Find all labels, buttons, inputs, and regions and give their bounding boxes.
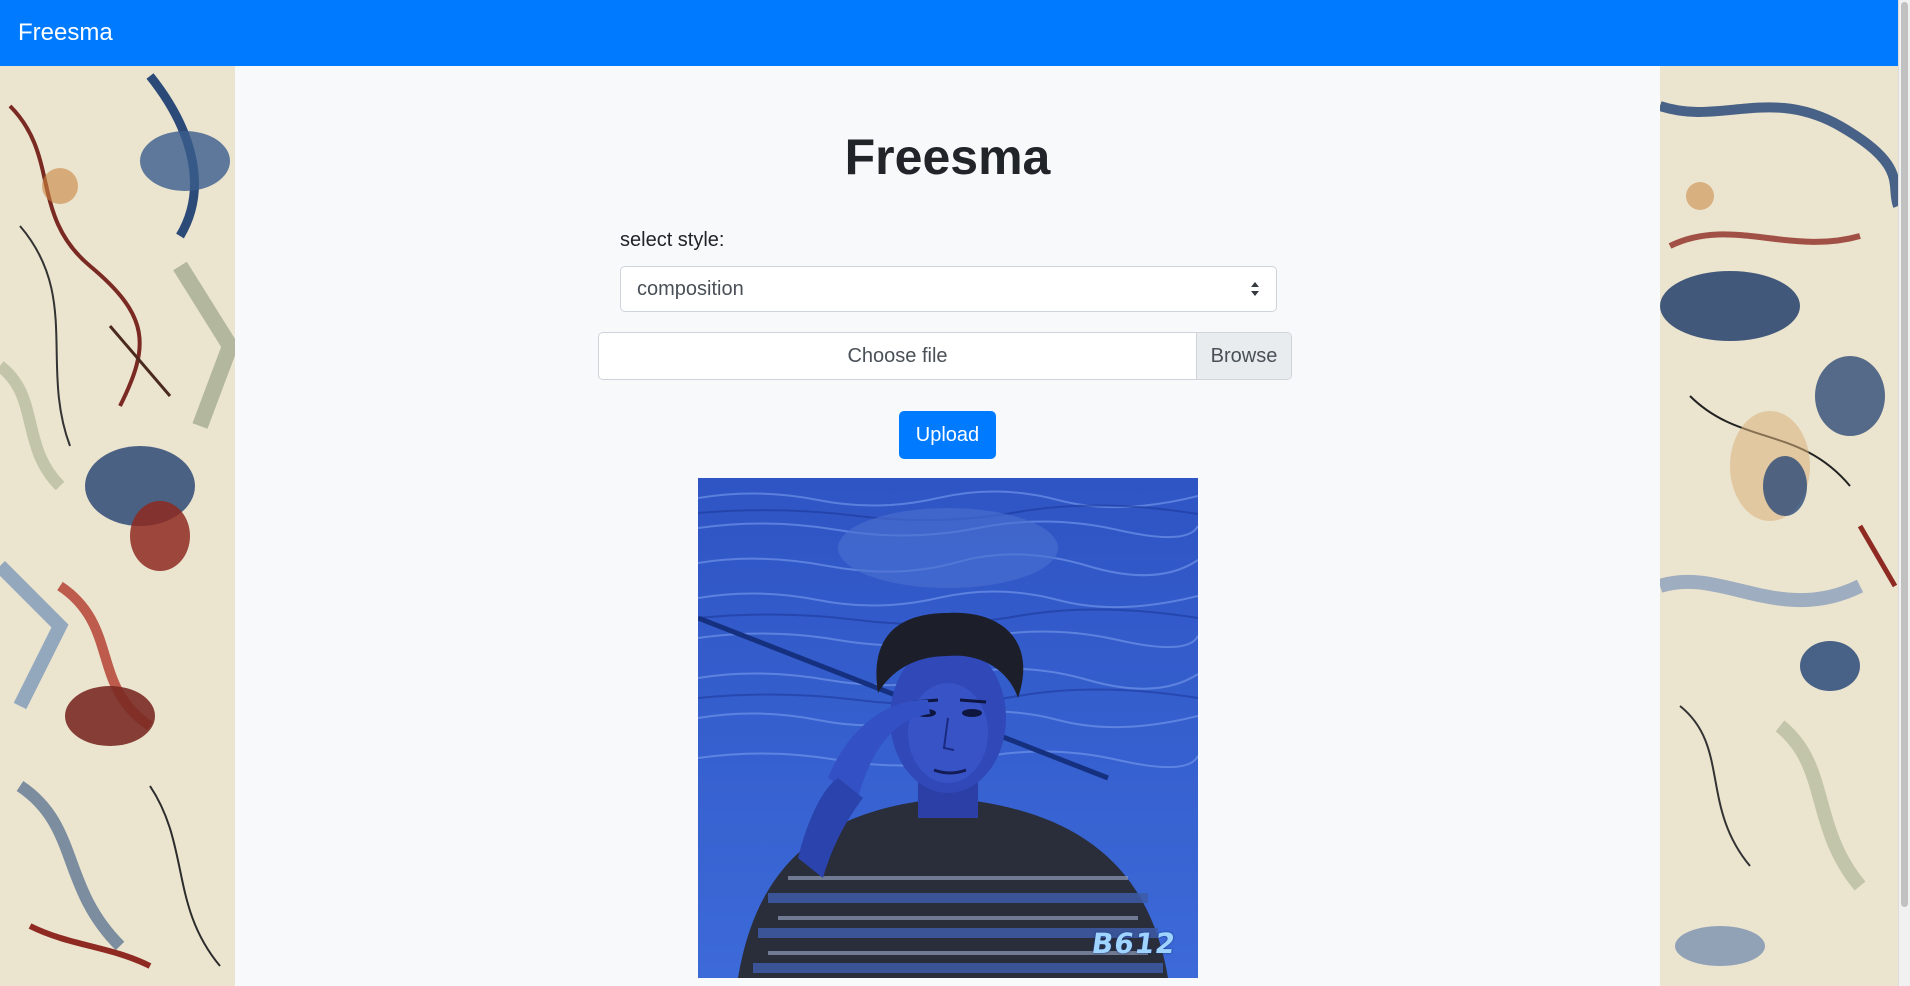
style-select-label: select style: [620,229,725,251]
file-input[interactable]: Choose file Browse [598,332,1292,380]
main-container: Freesma select style: composition Choose… [235,66,1660,986]
navbar: Freesma [0,0,1898,66]
file-input-label: Choose file [847,344,948,367]
page-title: Freesma [844,129,1051,185]
style-select-value: composition [637,277,744,300]
background-painting-right [1660,66,1898,986]
browse-button[interactable]: Browse [1196,333,1291,379]
upload-button[interactable]: Upload [899,411,996,459]
navbar-brand[interactable]: Freesma [18,19,113,47]
stylized-result-image: B612 [698,478,1198,978]
vertical-scrollbar[interactable] [1898,0,1910,986]
scrollbar-thumb[interactable] [1901,2,1908,907]
select-arrows-icon [1251,282,1259,296]
background-painting-left [0,66,235,986]
style-select[interactable]: composition [620,266,1277,312]
watermark-text: B612 [1089,927,1179,960]
